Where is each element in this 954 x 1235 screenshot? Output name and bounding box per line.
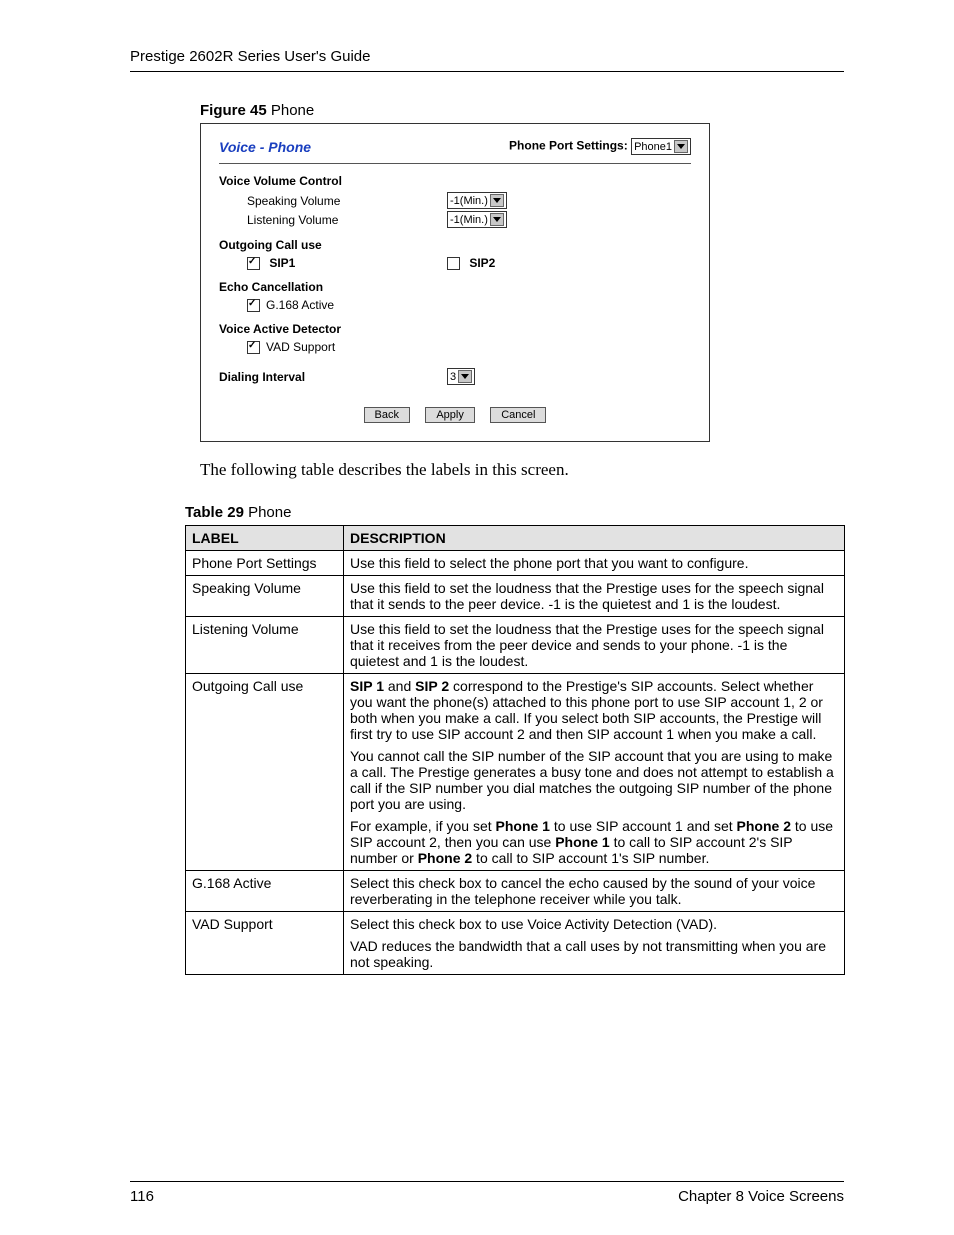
listening-volume-label: Listening Volume <box>247 213 447 227</box>
section-voice-active-detector: Voice Active Detector <box>219 322 691 336</box>
phone-port-select[interactable]: Phone1 <box>631 138 691 155</box>
cancel-button[interactable]: Cancel <box>490 407 546 423</box>
back-button[interactable]: Back <box>364 407 410 423</box>
apply-button[interactable]: Apply <box>425 407 475 423</box>
chevron-down-icon <box>490 213 504 226</box>
row-desc: SIP 1 and SIP 2 correspond to the Presti… <box>344 674 845 871</box>
chapter-label: Chapter 8 Voice Screens <box>678 1188 844 1205</box>
speaking-volume-value: -1(Min.) <box>450 195 488 207</box>
dialing-interval-select[interactable]: 3 <box>447 368 475 385</box>
intro-paragraph: The following table describes the labels… <box>200 460 844 480</box>
table-row: Listening Volume Use this field to set t… <box>186 617 845 674</box>
table-row: VAD Support Select this check box to use… <box>186 912 845 975</box>
g168-checkbox[interactable] <box>247 299 260 312</box>
phone-port-label: Phone Port Settings: <box>509 139 628 153</box>
row-label: G.168 Active <box>186 871 344 912</box>
row-label: Listening Volume <box>186 617 344 674</box>
sip2-label: SIP2 <box>469 256 495 270</box>
row-desc: Use this field to set the loudness that … <box>344 576 845 617</box>
vad-checkbox[interactable] <box>247 341 260 354</box>
phone-config-panel: Voice - Phone Phone Port Settings: Phone… <box>200 123 710 442</box>
sip1-checkbox[interactable] <box>247 257 260 270</box>
table-caption: Table 29 Phone <box>185 504 844 521</box>
section-voice-volume: Voice Volume Control <box>219 174 691 188</box>
figure-caption-text: Phone <box>267 102 315 119</box>
sip2-bold: SIP 2 <box>415 678 449 694</box>
listening-volume-select[interactable]: -1(Min.) <box>447 211 507 228</box>
section-outgoing-call: Outgoing Call use <box>219 238 691 252</box>
section-echo-cancellation: Echo Cancellation <box>219 280 691 294</box>
chevron-down-icon <box>674 140 688 153</box>
sip1-label: SIP1 <box>269 256 295 270</box>
figure-caption: Figure 45 Phone <box>200 102 844 119</box>
row-label: Phone Port Settings <box>186 551 344 576</box>
g168-label: G.168 Active <box>266 298 334 312</box>
th-description: DESCRIPTION <box>344 526 845 551</box>
description-table: LABEL DESCRIPTION Phone Port Settings Us… <box>185 525 845 975</box>
panel-divider <box>219 163 691 164</box>
header-rule <box>130 71 844 72</box>
speaking-volume-label: Speaking Volume <box>247 194 447 208</box>
speaking-volume-select[interactable]: -1(Min.) <box>447 192 507 209</box>
row-label: Speaking Volume <box>186 576 344 617</box>
listening-volume-value: -1(Min.) <box>450 214 488 226</box>
row-label: Outgoing Call use <box>186 674 344 871</box>
section-dialing-interval: Dialing Interval <box>219 370 447 384</box>
page-number: 116 <box>130 1188 154 1205</box>
row-desc: Select this check box to cancel the echo… <box>344 871 845 912</box>
table-row: G.168 Active Select this check box to ca… <box>186 871 845 912</box>
sip2-checkbox[interactable] <box>447 257 460 270</box>
sip1-bold: SIP 1 <box>350 678 384 694</box>
running-header: Prestige 2602R Series User's Guide <box>130 48 844 65</box>
row-desc: Select this check box to use Voice Activ… <box>344 912 845 975</box>
vad-label: VAD Support <box>266 340 335 354</box>
figure-caption-number: Figure 45 <box>200 102 267 119</box>
table-row: Phone Port Settings Use this field to se… <box>186 551 845 576</box>
page-footer: 116 Chapter 8 Voice Screens <box>130 1181 844 1205</box>
th-label: LABEL <box>186 526 344 551</box>
table-caption-number: Table 29 <box>185 504 244 521</box>
row-label: VAD Support <box>186 912 344 975</box>
row-desc: Use this field to select the phone port … <box>344 551 845 576</box>
chevron-down-icon <box>490 194 504 207</box>
table-row: Speaking Volume Use this field to set th… <box>186 576 845 617</box>
table-row: Outgoing Call use SIP 1 and SIP 2 corres… <box>186 674 845 871</box>
dialing-interval-value: 3 <box>450 371 456 383</box>
panel-title: Voice - Phone <box>219 139 311 155</box>
table-caption-text: Phone <box>244 504 292 521</box>
chevron-down-icon <box>458 370 472 383</box>
phone-port-value: Phone1 <box>634 141 672 153</box>
row-desc: Use this field to set the loudness that … <box>344 617 845 674</box>
